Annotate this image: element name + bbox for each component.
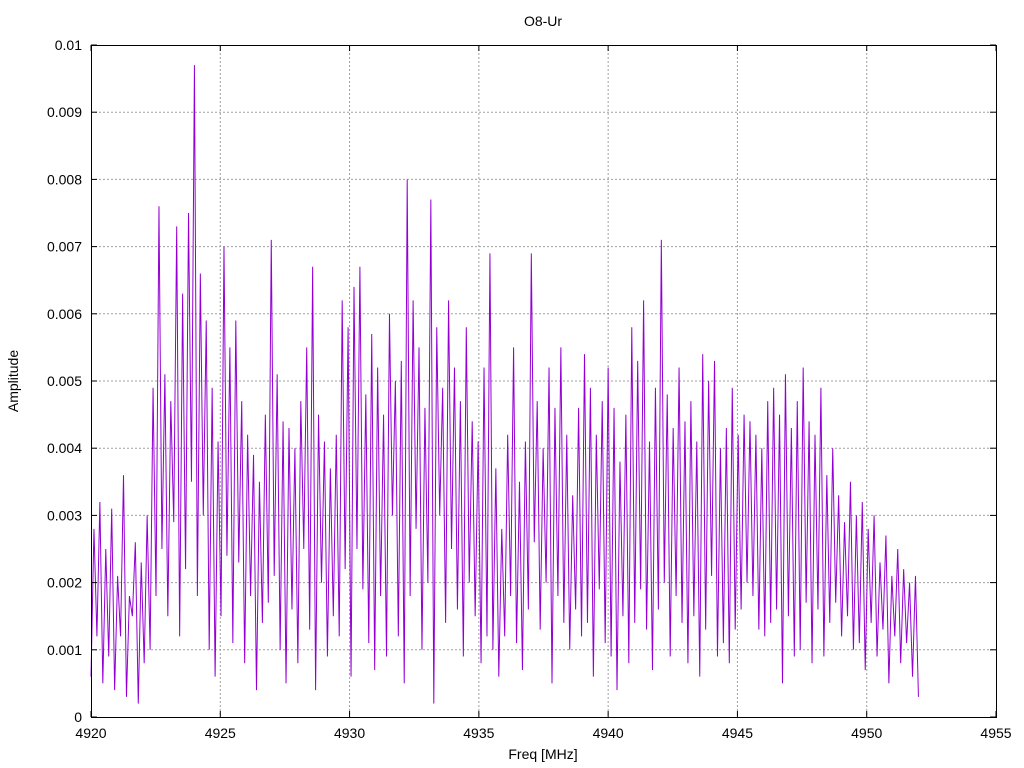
chart: 4920 4925 4930 4935 4940 4945 4950 4955 0 0.001 0… (0, 0, 1024, 768)
y-tick-label: 0.01 (55, 37, 82, 53)
chart-title: O8-Ur (524, 13, 562, 29)
y-tick-label: 0.009 (47, 104, 82, 120)
y-tick-label: 0 (74, 709, 82, 725)
y-axis-label: Amplitude (5, 350, 21, 412)
y-tick-label: 0.006 (47, 306, 82, 322)
x-tick-label: 4950 (851, 725, 882, 741)
x-axis-label: Freq [MHz] (508, 746, 577, 762)
x-tick-label: 4955 (980, 725, 1011, 741)
x-tick-label: 4945 (722, 725, 753, 741)
x-tick-label: 4920 (75, 725, 106, 741)
chart-background (0, 0, 1024, 768)
x-tick-label: 4935 (463, 725, 494, 741)
y-tick-label: 0.008 (47, 171, 82, 187)
y-tick-label: 0.007 (47, 239, 82, 255)
x-tick-label: 4940 (593, 725, 624, 741)
x-tick-label: 4930 (334, 725, 365, 741)
y-tick-label: 0.005 (47, 373, 82, 389)
y-tick-label: 0.002 (47, 575, 82, 591)
y-tick-label: 0.003 (47, 507, 82, 523)
x-tick-label: 4925 (205, 725, 236, 741)
y-tick-label: 0.004 (47, 440, 82, 456)
y-tick-label: 0.001 (47, 642, 82, 658)
